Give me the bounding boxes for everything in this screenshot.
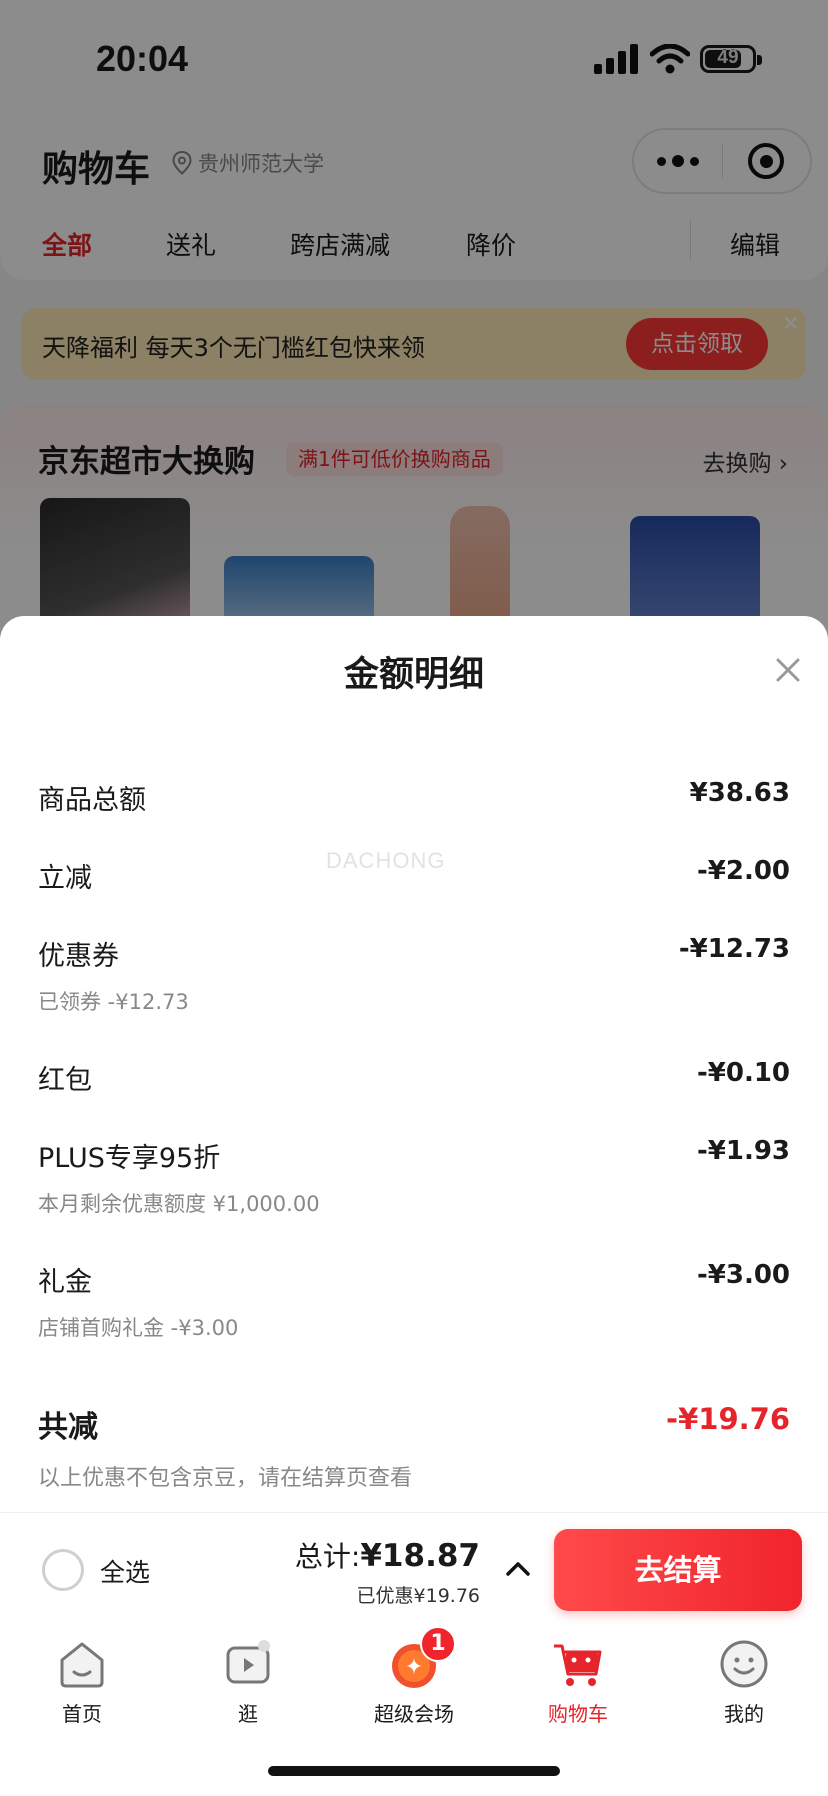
- row-value-goods-total: ¥38.63: [689, 778, 790, 808]
- nav-label-home: 首页: [62, 1702, 102, 1726]
- saved-amount: 已优惠¥19.76: [356, 1585, 480, 1607]
- checkout-bar: 全选 总计:¥18.87 已优惠¥19.76 去结算: [0, 1512, 828, 1624]
- row-value-instant-discount: -¥2.00: [696, 856, 790, 886]
- close-icon[interactable]: [770, 652, 806, 688]
- row-sub-coupon: 已领券 -¥12.73: [38, 990, 189, 1014]
- nav-label-profile: 我的: [724, 1702, 764, 1726]
- row-label-gift-money: 礼金: [38, 1267, 92, 1298]
- row-label-instant-discount: 立减: [38, 863, 92, 894]
- chevron-up-icon[interactable]: [504, 1559, 532, 1579]
- discount-note: 以上优惠不包含京豆，请在结算页查看: [38, 1466, 413, 1491]
- row-value-plus-discount: -¥1.93: [696, 1136, 790, 1166]
- total-summary[interactable]: 总计:¥18.87 已优惠¥19.76: [295, 1535, 480, 1608]
- watermark: DACHONG: [326, 848, 446, 873]
- video-icon: [226, 1640, 270, 1684]
- nav-item-home[interactable]: 首页: [22, 1636, 142, 1727]
- svg-text:✦: ✦: [405, 1655, 423, 1680]
- select-all-label[interactable]: 全选: [100, 1553, 150, 1589]
- cart-icon: [554, 1644, 602, 1686]
- nav-label-cart: 购物车: [548, 1702, 608, 1726]
- row-label-red-packet: 红包: [38, 1065, 92, 1096]
- sheet-title: 金额明细: [343, 655, 484, 695]
- total-discount-value: -¥19.76: [666, 1402, 790, 1436]
- row-label-coupon: 优惠券: [38, 941, 119, 972]
- row-label-goods-total: 商品总额: [38, 785, 146, 816]
- row-label-plus-discount: PLUS专享95折: [38, 1143, 221, 1174]
- home-icon: [60, 1642, 104, 1688]
- select-all-checkbox[interactable]: [42, 1549, 84, 1591]
- total-amount: ¥18.87: [360, 1538, 480, 1574]
- home-indicator: [268, 1766, 560, 1776]
- checkout-button[interactable]: 去结算: [554, 1529, 802, 1611]
- row-value-red-packet: -¥0.10: [696, 1058, 790, 1088]
- total-discount-label: 共减: [38, 1410, 98, 1445]
- nav-item-cart[interactable]: 购物车: [518, 1636, 638, 1727]
- row-sub-plus-discount: 本月剩余优惠额度 ¥1,000.00: [38, 1192, 320, 1216]
- row-value-gift-money: -¥3.00: [696, 1260, 790, 1290]
- total-line: 总计:¥18.87: [295, 1535, 480, 1575]
- nav-label-browse: 逛: [238, 1702, 258, 1726]
- nav-item-browse[interactable]: 逛: [188, 1636, 308, 1727]
- row-sub-gift-money: 店铺首购礼金 -¥3.00: [38, 1316, 239, 1340]
- bottom-nav: 首页 逛 ✦ 1 超级会场 购物车 我的: [0, 1624, 828, 1796]
- row-value-coupon: -¥12.73: [678, 934, 790, 964]
- total-prefix: 总计:: [294, 1540, 361, 1573]
- nav-item-super-venue[interactable]: ✦ 1 超级会场: [354, 1626, 474, 1727]
- nav-item-profile[interactable]: 我的: [684, 1636, 804, 1727]
- profile-icon: [720, 1640, 768, 1688]
- notification-badge: 1: [420, 1626, 456, 1662]
- nav-label-super-venue: 超级会场: [374, 1702, 454, 1726]
